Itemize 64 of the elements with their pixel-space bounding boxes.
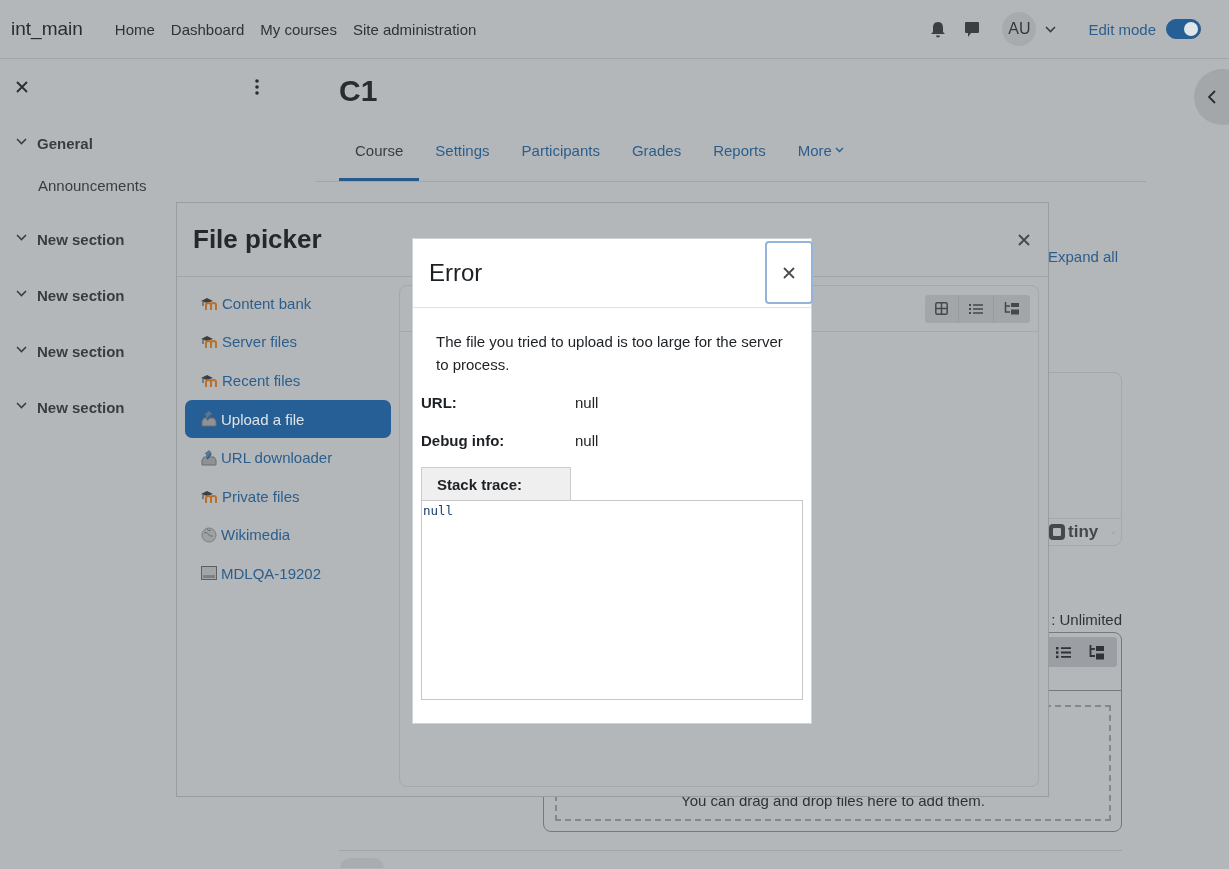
nav-link[interactable]: Dashboard [170,20,245,38]
repository-item[interactable]: Private files [185,476,391,516]
list-view-icon[interactable] [969,302,983,315]
grid-view-icon[interactable] [935,302,948,315]
repository-item[interactable]: Server files [185,322,391,362]
stack-trace-text: null [421,500,803,700]
field-value: null [575,431,599,449]
section-title[interactable]: New section [37,342,125,360]
course-tab[interactable]: Participants [505,119,616,181]
section-title[interactable]: General [37,134,93,152]
nav-link[interactable]: Home [114,20,155,38]
dialog-title: Error [429,259,483,287]
caret-icon [834,147,844,153]
chevron-left-icon [1208,90,1216,104]
upload-tray-icon [201,449,217,466]
cap-logo-icon [201,489,218,503]
repository-item[interactable]: MDLQA-19202 [185,554,391,593]
course-tab[interactable]: Reports [697,119,782,181]
repository-item[interactable]: Wikimedia [185,515,391,555]
section-item[interactable]: Announcements [0,171,316,199]
nav-link[interactable]: My courses [260,20,337,38]
globe-icon [201,526,217,543]
site-name[interactable]: int_main [11,18,83,40]
upload-tray-icon [201,411,217,428]
nav-link[interactable]: Site administration [352,20,477,38]
section-title[interactable]: New section [37,230,125,248]
edit-mode-label: Edit mode [1088,20,1156,38]
field-label: Debug info: [421,431,506,449]
stack-trace-tab[interactable]: Stack trace: [421,467,571,500]
section-title[interactable]: New section [37,286,125,304]
edit-mode-toggle[interactable] [1166,19,1201,39]
cap-logo-icon [201,335,218,349]
repository-item[interactable]: Recent files [185,361,391,400]
close-icon[interactable] [16,81,28,93]
chat-icon[interactable] [964,20,981,38]
user-avatar[interactable]: AU [1002,12,1037,46]
close-icon [783,266,795,279]
repository-item[interactable]: URL downloader [185,438,391,477]
cap-logo-icon [201,374,218,387]
close-icon[interactable] [1018,233,1030,246]
error-message: The file you tried to upload is too large for the server to process. [436,332,784,375]
tree-view-icon[interactable] [1089,644,1105,660]
list-view-icon[interactable] [1056,645,1071,659]
drive-icon [201,566,217,581]
file-limit-text: : Unlimited [1051,610,1122,630]
course-tab[interactable]: Course [339,119,420,181]
logo-icon [1049,524,1065,540]
caret-icon[interactable] [1045,25,1057,33]
course-tab[interactable]: Grades [615,119,698,181]
section-title[interactable]: New section [37,398,125,416]
logo-text: tiny [1068,522,1099,542]
tree-view-icon[interactable] [1004,302,1020,315]
kebab-menu-icon[interactable] [255,79,259,95]
expand-all-link[interactable]: Expand all [1047,247,1118,267]
dialog-title: File picker [193,224,322,255]
bell-icon[interactable] [930,20,947,38]
course-title: C1 [338,73,379,109]
course-tab[interactable]: Settings [419,119,506,181]
cap-logo-icon [201,296,218,310]
repository-item[interactable]: Content bank [185,284,391,323]
field-value: null [575,393,599,411]
course-tab[interactable]: More [781,119,860,181]
field-label: URL: [421,393,458,411]
repository-item[interactable]: Upload a file [185,399,391,439]
